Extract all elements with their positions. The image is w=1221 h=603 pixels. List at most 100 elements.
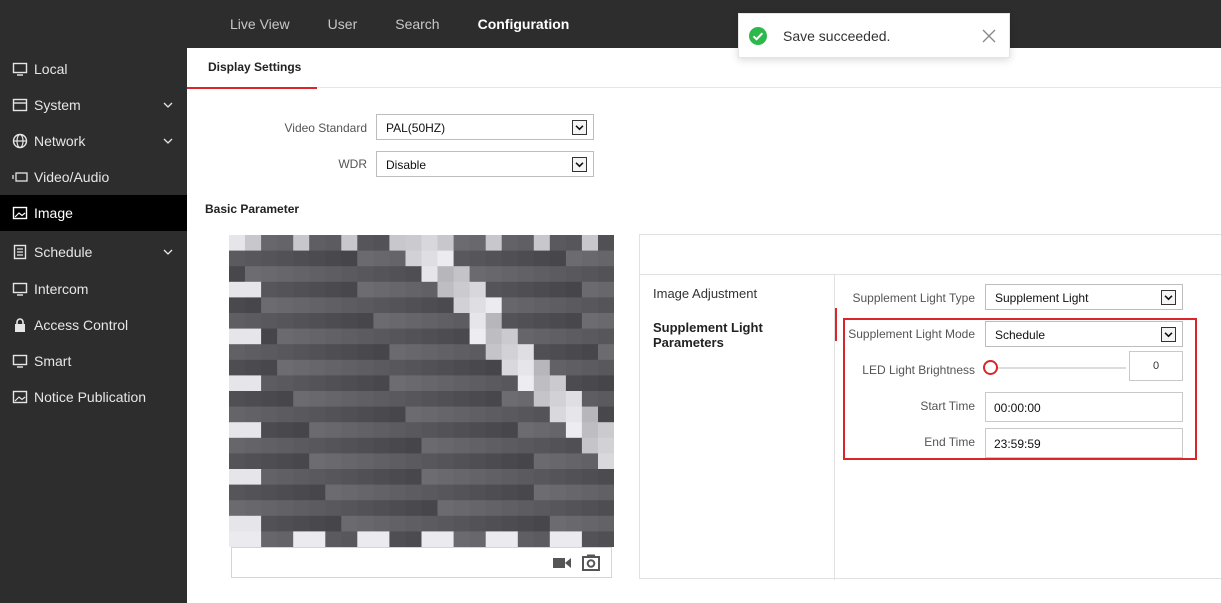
- image-icon: [12, 390, 28, 404]
- mosaic-tile: [373, 531, 390, 547]
- mosaic-tile: [389, 422, 406, 439]
- mosaic-tile: [501, 297, 519, 314]
- mosaic-tile: [453, 500, 471, 517]
- sidebar-item-label: Notice Publication: [34, 389, 147, 405]
- mosaic-tile: [549, 484, 567, 501]
- mosaic-tile: [325, 515, 342, 532]
- mosaic-tile: [501, 375, 519, 392]
- supplement-light-type-select[interactable]: Supplement Light: [985, 284, 1183, 310]
- mosaic-tile: [261, 484, 278, 501]
- mosaic-tile: [549, 328, 567, 345]
- mosaic-tile: [341, 469, 358, 486]
- mosaic-tile: [437, 391, 454, 408]
- mosaic-tile: [549, 235, 567, 252]
- mosaic-tile: [325, 235, 342, 252]
- snapshot-camera-icon[interactable]: [582, 554, 600, 571]
- mosaic-tile: [485, 297, 503, 314]
- nav-user[interactable]: User: [328, 16, 358, 32]
- menu-image-adjustment[interactable]: Image Adjustment: [653, 286, 757, 301]
- mosaic-tile: [501, 359, 519, 376]
- mosaic-tile: [325, 422, 342, 439]
- sidebar-item-system[interactable]: System: [0, 87, 187, 123]
- mosaic-tile: [309, 297, 326, 314]
- mosaic-tile: [565, 375, 583, 392]
- mosaic-tile: [549, 344, 567, 361]
- mosaic-tile: [549, 297, 567, 314]
- mosaic-tile: [485, 422, 503, 439]
- mosaic-tile: [309, 422, 326, 439]
- mosaic-tile: [389, 313, 406, 330]
- mosaic-tile: [405, 437, 422, 454]
- sidebar-item-network[interactable]: Network: [0, 123, 187, 159]
- mosaic-tile: [533, 406, 551, 423]
- mosaic-tile: [261, 500, 278, 517]
- close-icon[interactable]: [977, 24, 1001, 48]
- mosaic-tile: [309, 250, 326, 267]
- mosaic-tile: [533, 250, 551, 267]
- mosaic-tile: [277, 250, 294, 267]
- mosaic-tile: [309, 359, 326, 376]
- mosaic-tile: [389, 297, 406, 314]
- mosaic-tile: [261, 328, 278, 345]
- mosaic-tile: [453, 391, 471, 408]
- mosaic-tile: [357, 437, 374, 454]
- video-record-icon[interactable]: [553, 556, 571, 570]
- mosaic-tile: [357, 359, 374, 376]
- mosaic-tile: [469, 469, 487, 486]
- sidebar-item-label: Network: [34, 133, 86, 149]
- mosaic-tile: [373, 235, 390, 252]
- mosaic-tile: [293, 375, 310, 392]
- mosaic-tile: [357, 297, 374, 314]
- mosaic-tile: [533, 515, 551, 532]
- nav-search[interactable]: Search: [395, 16, 439, 32]
- mosaic-tile: [357, 328, 374, 345]
- sidebar-item-access-control[interactable]: Access Control: [0, 307, 187, 343]
- mosaic-tile: [229, 359, 246, 376]
- check-circle-icon: [749, 27, 767, 45]
- monitor-icon: [12, 354, 28, 368]
- mosaic-tile: [453, 297, 471, 314]
- mosaic-tile: [293, 297, 310, 314]
- image-icon: [12, 206, 28, 220]
- mosaic-tile: [469, 328, 487, 345]
- sidebar-item-image[interactable]: Image: [0, 195, 187, 231]
- sidebar-item-local[interactable]: Local: [0, 51, 187, 87]
- mosaic-tile: [293, 266, 310, 283]
- mosaic-tile: [373, 297, 390, 314]
- mosaic-tile: [341, 313, 358, 330]
- mosaic-tile: [598, 235, 614, 252]
- mosaic-tile: [229, 531, 246, 547]
- mosaic-tile: [565, 359, 583, 376]
- mosaic-tile: [277, 422, 294, 439]
- nav-configuration[interactable]: Configuration: [478, 16, 570, 32]
- sidebar-item-intercom[interactable]: Intercom: [0, 271, 187, 307]
- sidebar-item-smart[interactable]: Smart: [0, 343, 187, 379]
- mosaic-tile: [261, 297, 278, 314]
- mosaic-tile: [293, 531, 310, 547]
- mosaic-tile: [581, 500, 599, 517]
- nav-live-view[interactable]: Live View: [230, 16, 290, 32]
- video-standard-select[interactable]: PAL(50HZ): [376, 114, 594, 140]
- mosaic-tile: [261, 406, 278, 423]
- sidebar-item-schedule[interactable]: Schedule: [0, 234, 187, 270]
- mosaic-tile: [437, 328, 454, 345]
- mosaic-tile: [501, 469, 519, 486]
- tab-display-settings[interactable]: Display Settings: [187, 48, 317, 89]
- mosaic-tile: [501, 250, 519, 267]
- mosaic-tile: [389, 515, 406, 532]
- mosaic-tile: [341, 281, 358, 298]
- sidebar-item-notice-publication[interactable]: Notice Publication: [0, 379, 187, 415]
- wdr-select[interactable]: Disable: [376, 151, 594, 177]
- mosaic-tile: [261, 250, 278, 267]
- mosaic-tile: [261, 437, 278, 454]
- sidebar-item-video-audio[interactable]: Video/Audio: [0, 159, 187, 195]
- mosaic-tile: [341, 437, 358, 454]
- mosaic-tile: [245, 531, 262, 547]
- mosaic-tile: [469, 375, 487, 392]
- mosaic-tile: [549, 515, 567, 532]
- mosaic-tile: [469, 359, 487, 376]
- mosaic-tile: [405, 375, 422, 392]
- mosaic-tile: [373, 453, 390, 470]
- menu-supplement-light-parameters[interactable]: Supplement Light Parameters: [653, 320, 834, 350]
- mosaic-tile: [357, 531, 374, 547]
